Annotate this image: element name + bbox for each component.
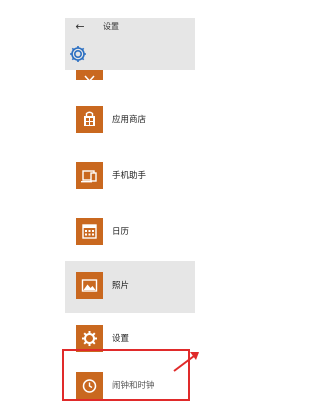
list-item-maps[interactable] xyxy=(65,70,195,84)
item-label: 日历 xyxy=(112,227,130,237)
maps-icon xyxy=(76,70,103,84)
calendar-icon xyxy=(76,218,103,245)
header-title: 设置 xyxy=(103,22,119,31)
item-label: 照片 xyxy=(112,281,130,291)
item-label: 应用商店 xyxy=(112,115,147,125)
store-icon xyxy=(76,106,103,133)
phone-companion-icon xyxy=(76,162,103,189)
list-item-calendar[interactable]: 日历 xyxy=(65,207,195,259)
settings-header: ← 设置 xyxy=(65,18,195,70)
list-item-photos[interactable]: 照片 xyxy=(65,261,195,313)
annotation-arrow-icon xyxy=(173,352,199,372)
back-button[interactable]: ← xyxy=(71,19,89,35)
gear-icon xyxy=(76,325,103,352)
gear-icon[interactable] xyxy=(68,44,88,64)
list-item-phone-companion[interactable]: 手机助手 xyxy=(65,151,195,203)
item-label: 手机助手 xyxy=(112,171,147,181)
list-item-store[interactable]: 应用商店 xyxy=(65,95,195,147)
photos-icon xyxy=(76,272,103,299)
item-label: 设置 xyxy=(112,334,130,344)
